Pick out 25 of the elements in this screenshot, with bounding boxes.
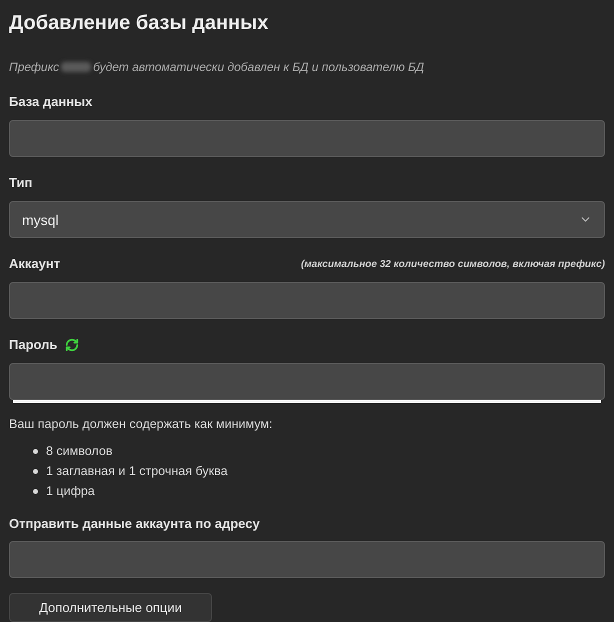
select-value: mysql <box>22 210 59 230</box>
password-field[interactable] <box>9 363 605 400</box>
refresh-icon[interactable] <box>65 338 80 352</box>
redaction-mark <box>61 62 92 72</box>
password-rules-intro: Ваш пароль должен содержать как минимум: <box>9 416 274 433</box>
input-field[interactable] <box>9 282 605 319</box>
prefix-note-text: будет автоматически добавлен к БД и пользователю БД <box>93 59 424 76</box>
page-title: Добавление базы данных <box>9 11 270 36</box>
email-field[interactable] <box>9 540 605 578</box>
rule-item: 1 цифра <box>46 483 95 500</box>
field-label: База данных <box>9 93 92 112</box>
prefix-note: Префикс <box>9 59 60 76</box>
bullet-icon <box>33 449 38 454</box>
rule-item: 1 заглавная и 1 строчная буква <box>46 463 228 480</box>
field-label: Аккаунт <box>9 255 60 274</box>
bullet-icon <box>33 469 38 474</box>
rule-item: 8 символов <box>46 443 112 460</box>
field-label: Отправить данные аккаунта по адресу <box>9 514 261 532</box>
field-label: Тип <box>9 174 32 192</box>
field-hint: (максимальное 32 количество символов, включая префикс) <box>300 258 605 272</box>
input-field[interactable] <box>9 120 605 157</box>
more-options-button[interactable]: Дополнительные опции <box>9 592 212 622</box>
type-select[interactable]: mysql <box>9 201 605 238</box>
field-label: Пароль <box>9 336 58 354</box>
bullet-icon <box>33 489 38 494</box>
